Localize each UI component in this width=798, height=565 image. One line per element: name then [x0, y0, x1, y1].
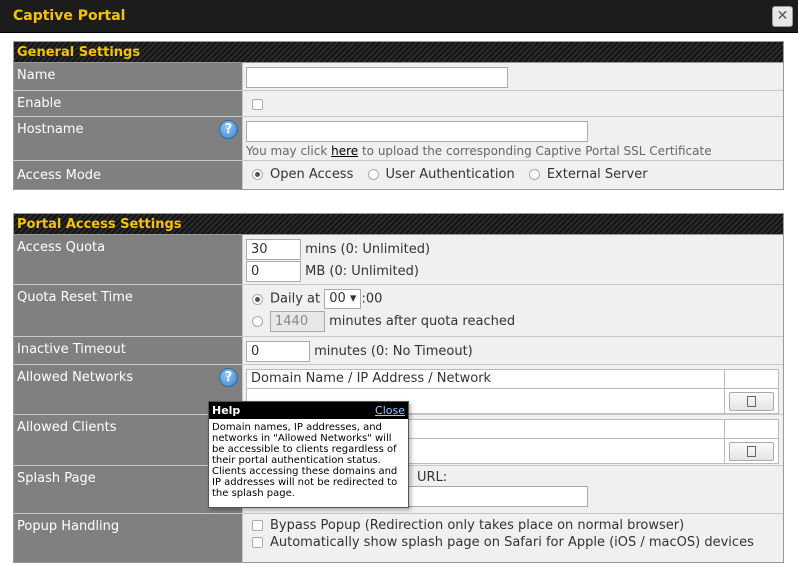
access-mode-row: Access Mode Open Access User Authenticat… [14, 161, 783, 189]
add-entry-icon [747, 395, 756, 407]
quota-mins-input[interactable] [246, 239, 301, 260]
help-line: be accessible to clients regardless of [212, 444, 397, 455]
inactive-timeout-value-cell: minutes (0: No Timeout) [243, 337, 783, 364]
name-row: Name [14, 63, 783, 91]
help-tooltip-header: Help Close [209, 402, 408, 419]
hostname-label-text: Hostname [17, 122, 84, 137]
portal-access-section: Portal Access Settings Access Quota mins… [13, 213, 784, 563]
enable-checkbox[interactable] [252, 99, 263, 110]
allowed-networks-help-icon[interactable]: ? [219, 368, 238, 387]
popup-handling-row: Popup Handling Bypass Popup (Redirection… [14, 514, 783, 562]
bypass-popup-checkbox[interactable] [252, 520, 263, 531]
name-input[interactable] [246, 67, 508, 88]
access-mode-value-cell: Open Access User Authentication External… [243, 161, 783, 189]
allowed-clients-add-button[interactable] [729, 441, 774, 461]
external-server-text: External Server [546, 167, 648, 182]
inactive-timeout-input[interactable] [246, 341, 310, 362]
access-mode-user-auth[interactable]: User Authentication [367, 167, 515, 182]
dialog-title: Captive Portal [13, 8, 126, 24]
safari-splash-text: Automatically show splash page on Safari… [270, 535, 754, 550]
user-auth-text: User Authentication [385, 167, 515, 182]
hostname-input[interactable] [246, 121, 588, 142]
safari-splash-checkbox[interactable] [252, 537, 263, 548]
general-settings-section: General Settings Name Enable Hostname ? … [13, 41, 784, 190]
help-line: their portal authentication status. [212, 455, 381, 466]
allowed-networks-action-cell [725, 389, 778, 413]
allowed-networks-column-header: Domain Name / IP Address / Network [247, 370, 725, 388]
allowed-networks-action-header [725, 370, 778, 388]
radio-daily[interactable] [252, 293, 263, 305]
help-line: networks in "Allowed Networks" will [212, 433, 392, 444]
help-tooltip-close-link[interactable]: Close [375, 404, 405, 417]
enable-row: Enable [14, 91, 783, 117]
allowed-networks-add-button[interactable] [729, 391, 774, 411]
inactive-timeout-row: Inactive Timeout minutes (0: No Timeout) [14, 337, 783, 365]
help-tooltip: Help Close Domain names, IP addresses, a… [208, 401, 409, 508]
add-entry-icon [747, 445, 756, 457]
allowed-networks-table-header: Domain Name / IP Address / Network [247, 370, 778, 389]
quota-reset-row: Quota Reset Time Daily at 00 ▾:00 minute… [14, 285, 783, 337]
daily-hour-select[interactable]: 00 ▾ [324, 289, 362, 309]
dialog-titlebar: Captive Portal ✕ [0, 0, 798, 33]
enable-label: Enable [14, 91, 243, 116]
inactive-timeout-unit: minutes (0: No Timeout) [314, 344, 473, 359]
help-line: Clients accessing these domains and [212, 466, 398, 477]
safari-splash-option[interactable]: Automatically show splash page on Safari… [252, 535, 780, 550]
bypass-popup-text: Bypass Popup (Redirection only takes pla… [270, 518, 685, 533]
open-access-text: Open Access [270, 167, 354, 182]
daily-minute-suffix: :00 [361, 291, 383, 307]
access-mode-label: Access Mode [14, 161, 243, 189]
radio-user-authentication[interactable] [367, 169, 379, 180]
hostname-help-icon[interactable]: ? [219, 120, 238, 139]
ssl-upload-link[interactable]: here [331, 144, 358, 158]
allowed-clients-action-cell [725, 439, 778, 463]
help-line: the splash page. [212, 488, 295, 499]
hostname-label: Hostname ? [14, 117, 243, 160]
popup-handling-value-cell: Bypass Popup (Redirection only takes pla… [243, 514, 783, 562]
allowed-networks-label-text: Allowed Networks [17, 370, 134, 385]
access-quota-value-cell: mins (0: Unlimited) MB (0: Unlimited) [243, 235, 783, 284]
help-tooltip-title: Help [212, 404, 241, 417]
inactive-timeout-label: Inactive Timeout [14, 337, 243, 364]
hostname-row: Hostname ? You may click here to upload … [14, 117, 783, 161]
close-icon[interactable]: ✕ [772, 6, 793, 27]
daily-text: Daily at [270, 291, 321, 307]
quota-reset-label: Quota Reset Time [14, 285, 243, 336]
radio-external-server[interactable] [528, 169, 540, 180]
portal-access-header: Portal Access Settings [14, 214, 783, 235]
quota-mins-unit: mins (0: Unlimited) [305, 242, 431, 257]
enable-value-cell [243, 91, 783, 116]
ssl-upload-note: You may click here to upload the corresp… [246, 144, 780, 158]
name-label: Name [14, 63, 243, 90]
access-quota-row: Access Quota mins (0: Unlimited) MB (0: … [14, 235, 783, 285]
help-line: IP addresses will not be redirected to [212, 477, 398, 488]
access-quota-label: Access Quota [14, 235, 243, 284]
hostname-value-cell: You may click here to upload the corresp… [243, 117, 783, 160]
daily-hour-value: 00 [329, 291, 346, 306]
name-value-cell [243, 63, 783, 90]
general-settings-header: General Settings [14, 42, 783, 63]
note-suffix: to upload the corresponding Captive Port… [358, 144, 712, 158]
note-prefix: You may click [246, 144, 332, 158]
quota-reset-value-cell: Daily at 00 ▾:00 minutes after quota rea… [243, 285, 783, 336]
quota-mb-input[interactable] [246, 261, 301, 282]
allowed-clients-action-header [725, 420, 778, 438]
popup-handling-label: Popup Handling [14, 514, 243, 562]
minutes-after-input[interactable] [270, 311, 325, 332]
bypass-popup-option[interactable]: Bypass Popup (Redirection only takes pla… [252, 518, 780, 533]
radio-minutes-after[interactable] [252, 316, 263, 327]
access-mode-open[interactable]: Open Access [252, 167, 353, 182]
radio-open-access[interactable] [252, 169, 263, 180]
help-tooltip-body: Domain names, IP addresses, and networks… [209, 419, 408, 502]
minutes-after-text: minutes after quota reached [329, 314, 516, 329]
quota-mb-unit: MB (0: Unlimited) [305, 264, 419, 279]
access-mode-external[interactable]: External Server [528, 167, 648, 182]
help-line: Domain names, IP addresses, and [212, 422, 382, 433]
